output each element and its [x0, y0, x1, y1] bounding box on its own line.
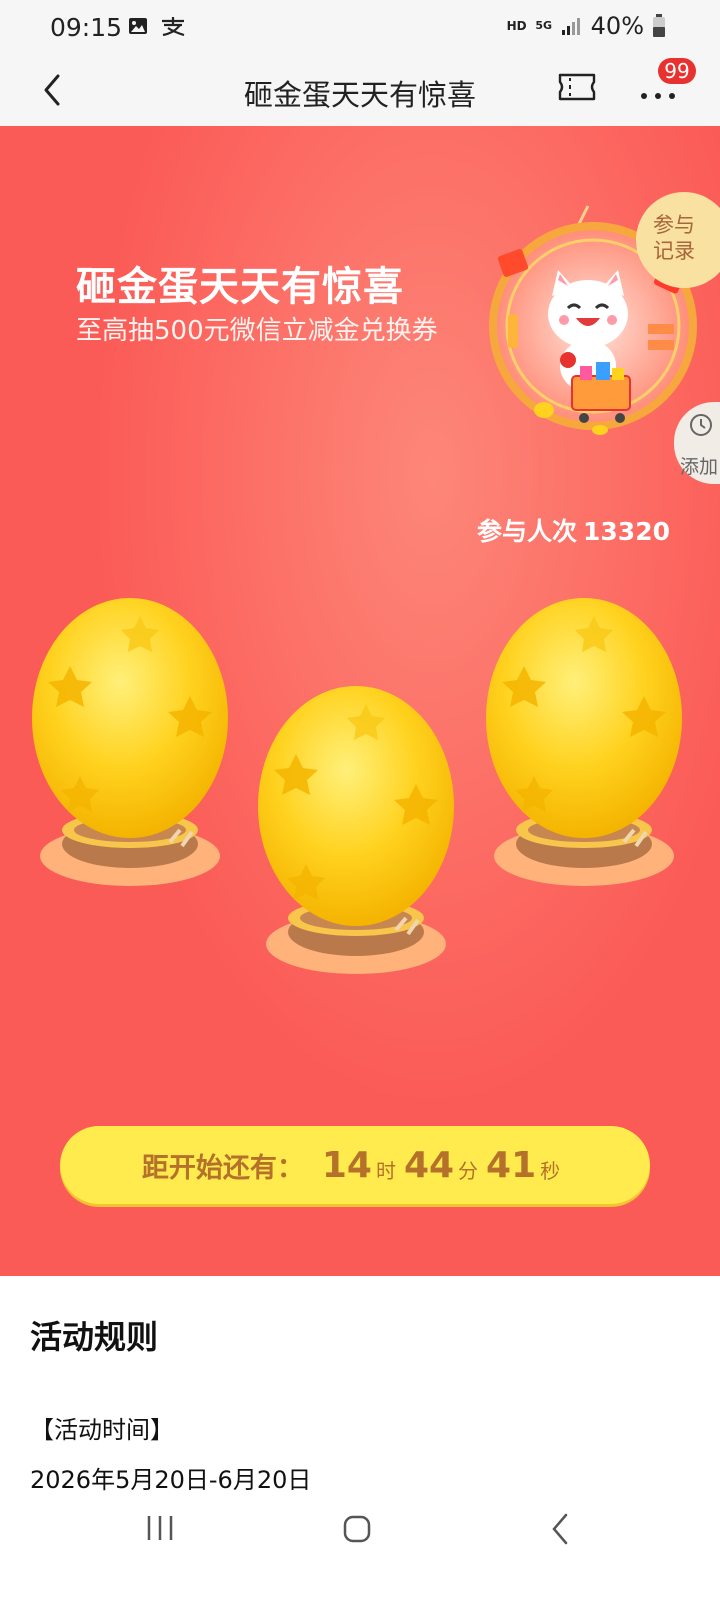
status-time: 09:15: [50, 13, 123, 42]
add-label: 添加: [680, 456, 719, 478]
golden-egg-3[interactable]: [484, 586, 684, 886]
rules-section: 活动规则 【活动时间】 2026年5月20日-6月20日: [0, 1276, 720, 1526]
system-back-icon[interactable]: [548, 1512, 572, 1546]
ticket-icon[interactable]: [558, 72, 596, 102]
countdown-seconds: 41: [486, 1144, 537, 1186]
status-left-icons: [128, 16, 186, 36]
record-label-line2: 记录: [653, 239, 695, 263]
hd-indicator: HD: [506, 19, 527, 33]
clock-icon: [690, 414, 712, 436]
golden-egg-2[interactable]: [256, 674, 456, 974]
participant-count-label: 参与人次: [477, 517, 578, 546]
countdown-seconds-unit: 秒: [540, 1158, 561, 1183]
home-icon[interactable]: [342, 1514, 372, 1544]
countdown-bar: 距开始还有： 14 时 44 分 41 秒: [60, 1126, 650, 1204]
page-title: 砸金蛋天天有惊喜: [243, 78, 476, 112]
system-nav-bar: [0, 1500, 720, 1600]
network-label: 5G: [535, 19, 552, 32]
participant-count-value: 13320: [583, 517, 670, 546]
notification-badge: 99: [658, 58, 696, 84]
countdown-minutes-unit: 分: [458, 1158, 479, 1183]
rules-time-heading: 【活动时间】: [30, 1416, 174, 1444]
status-right: HD 5G 40%: [507, 12, 666, 40]
rules-time-value: 2026年5月20日-6月20日: [30, 1466, 312, 1494]
battery-percent: 40%: [590, 12, 644, 40]
alipay-icon: [162, 17, 185, 36]
hero-title: 砸金蛋天天有惊喜: [76, 264, 404, 310]
record-label-line1: 参与: [653, 213, 695, 237]
hero-subtitle: 至高抽500元微信立减金兑换券: [76, 316, 438, 346]
signal-icon: [561, 18, 580, 35]
nav-bar: 砸金蛋天天有惊喜 99: [0, 58, 720, 126]
countdown-hours-unit: 时: [375, 1158, 396, 1183]
status-bar: 09:15 HD 5G 40%: [0, 0, 720, 58]
image-icon: [129, 18, 147, 34]
hero-banner: 砸金蛋天天有惊喜 至高抽500元微信立减金兑换券 参与 记录 添加 参与人次 1…: [0, 126, 720, 1284]
countdown-minutes: 44: [403, 1144, 455, 1186]
golden-egg-1[interactable]: [30, 586, 230, 886]
rules-title: 活动规则: [30, 1318, 159, 1356]
network-indicator: 5G: [535, 19, 553, 32]
countdown-hours: 14: [321, 1144, 372, 1186]
participant-count: 参与人次 13320: [477, 512, 670, 548]
countdown-label: 距开始还有：: [141, 1152, 304, 1184]
recent-apps-icon[interactable]: [145, 1514, 175, 1542]
battery-icon: [653, 14, 665, 37]
